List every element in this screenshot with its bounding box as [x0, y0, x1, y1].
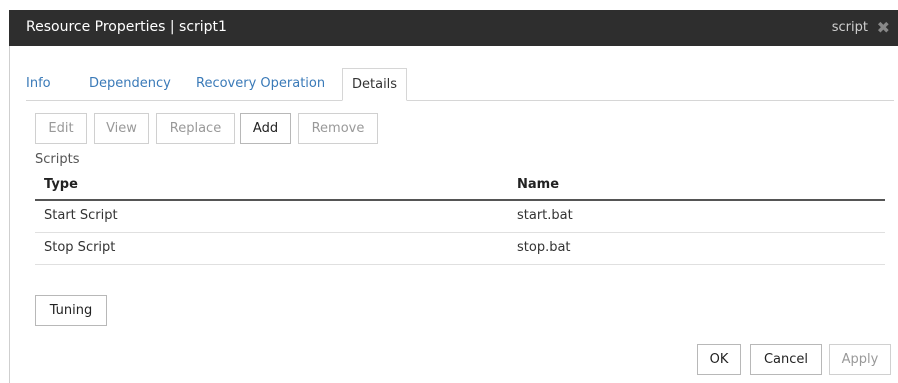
ok-button[interactable]: OK	[697, 344, 741, 375]
tab-bar: Info Dependency Recovery Operation Detai…	[26, 68, 894, 101]
tab-info[interactable]: Info	[26, 68, 51, 99]
scripts-table: Type Name Start Script start.bat Stop Sc…	[35, 172, 885, 265]
resource-type-label: script	[831, 20, 868, 35]
scripts-section-label: Scripts	[35, 152, 80, 167]
column-header-type: Type	[44, 177, 78, 192]
cancel-button[interactable]: Cancel	[750, 344, 822, 375]
tab-details[interactable]: Details	[342, 68, 408, 101]
tab-dependency[interactable]: Dependency	[89, 68, 171, 99]
cell-type: Stop Script	[44, 240, 116, 255]
table-header: Type Name	[35, 172, 885, 201]
cell-name: start.bat	[517, 208, 573, 223]
edit-button[interactable]: Edit	[35, 113, 87, 144]
resource-properties-dialog: Resource Properties | script1 script ✖ I…	[0, 0, 898, 383]
dialog-titlebar: Resource Properties | script1 script ✖	[9, 10, 898, 46]
add-button[interactable]: Add	[240, 113, 291, 144]
dialog-title: Resource Properties | script1	[26, 19, 227, 35]
close-icon[interactable]: ✖	[877, 18, 890, 37]
table-row[interactable]: Stop Script stop.bat	[35, 233, 885, 265]
column-header-name: Name	[517, 177, 560, 192]
table-row[interactable]: Start Script start.bat	[35, 201, 885, 233]
tab-recovery-operation[interactable]: Recovery Operation	[196, 68, 325, 99]
apply-button[interactable]: Apply	[829, 344, 891, 375]
cell-type: Start Script	[44, 208, 118, 223]
cell-name: stop.bat	[517, 240, 571, 255]
remove-button[interactable]: Remove	[298, 113, 378, 144]
tuning-button[interactable]: Tuning	[35, 295, 107, 326]
view-button[interactable]: View	[94, 113, 149, 144]
replace-button[interactable]: Replace	[156, 113, 235, 144]
